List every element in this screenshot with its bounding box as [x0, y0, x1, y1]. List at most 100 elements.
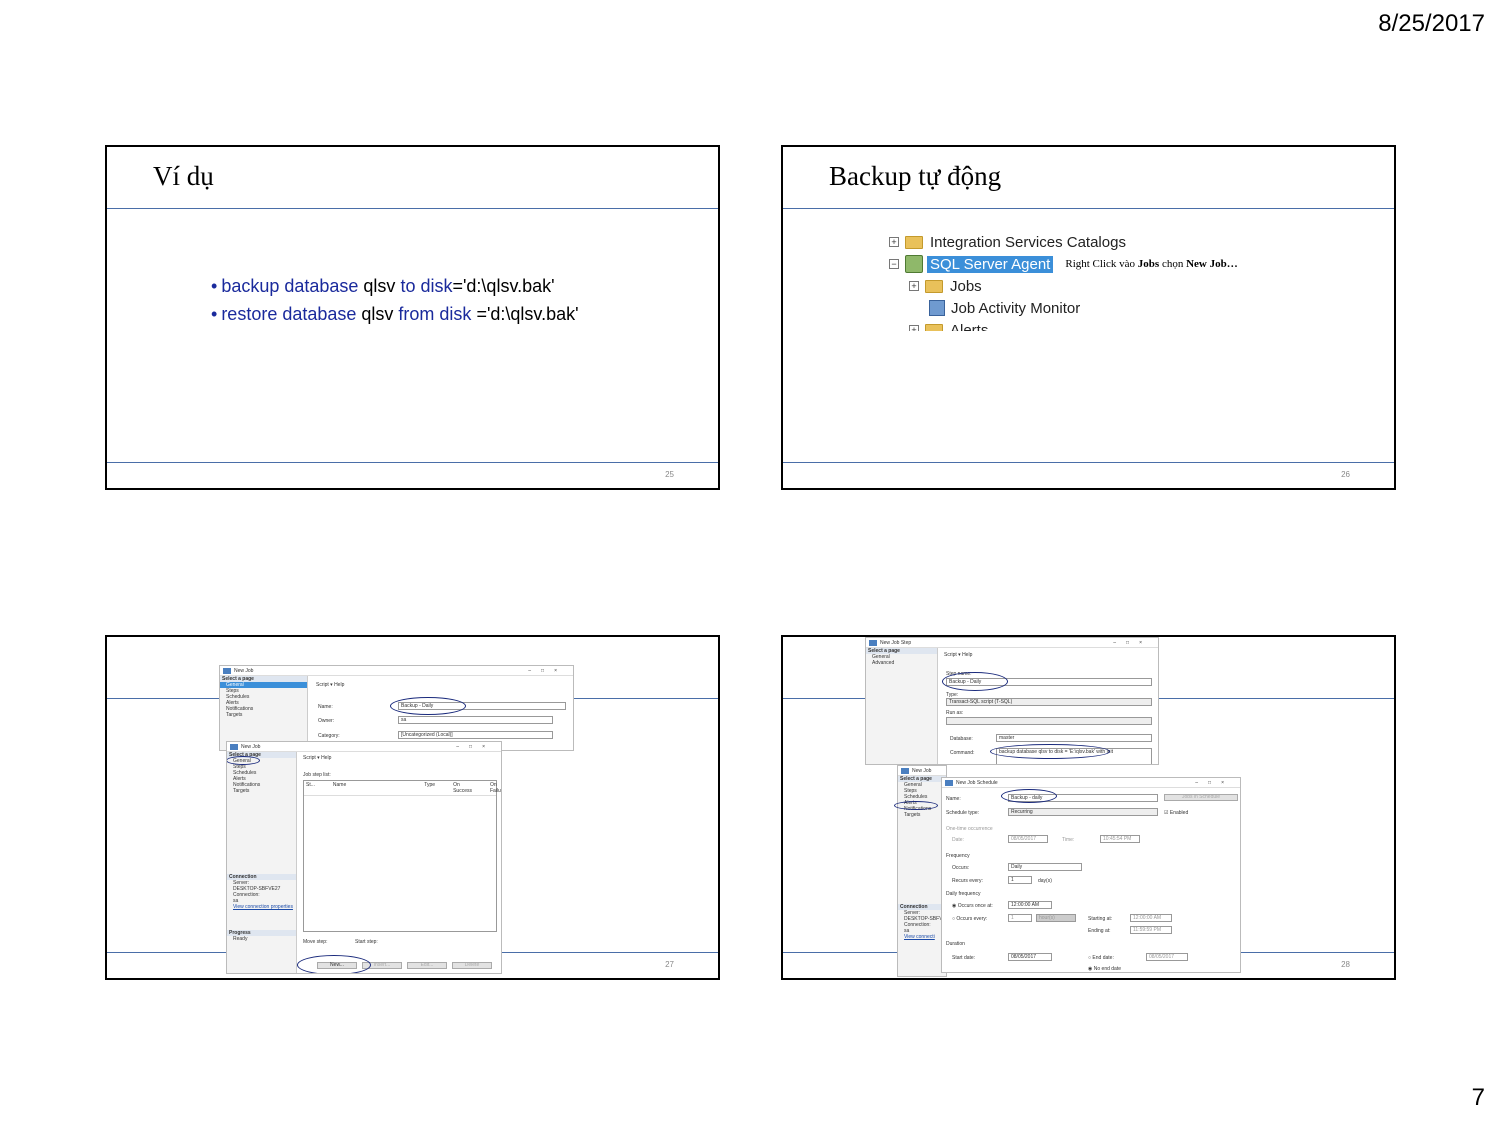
schedule-type-select[interactable]: Recurring	[1008, 808, 1158, 816]
code-examples: • backup database qlsv to disk='d:\qlsv.b…	[211, 272, 579, 328]
database-select[interactable]: master	[996, 734, 1152, 742]
keyword: restore database	[221, 304, 357, 324]
run-as-select[interactable]	[946, 717, 1152, 725]
highlight-oval	[894, 801, 938, 810]
highlight-oval	[227, 756, 260, 765]
start-date-label: Start date:	[952, 955, 976, 961]
occurs-every-stepper[interactable]: 1	[1008, 914, 1032, 922]
toolbar[interactable]: Script ▾ Help	[944, 652, 972, 658]
end-date-radio[interactable]: ○ End date:	[1088, 955, 1114, 961]
expand-icon[interactable]: +	[889, 237, 899, 247]
window-title: New Job	[898, 766, 946, 776]
window-controls[interactable]: –□×	[1195, 778, 1234, 788]
page-advanced[interactable]: Advanced	[866, 660, 937, 666]
view-connection-link[interactable]: View connection properties	[227, 904, 296, 910]
expand-icon[interactable]: +	[909, 325, 919, 331]
slide-number: 25	[665, 470, 674, 479]
progress-status: Ready	[233, 936, 248, 942]
page-targets[interactable]: Targets	[227, 788, 296, 794]
page-list: Select a page General Steps Schedules Al…	[220, 676, 308, 750]
move-step-label: Move step:	[303, 939, 328, 945]
duration-section: Duration	[946, 941, 965, 947]
recurs-unit: day(s)	[1038, 878, 1052, 884]
view-connection-link[interactable]: View connecti	[898, 934, 946, 940]
delete-step-button[interactable]: Delete	[452, 962, 492, 969]
occurs-select[interactable]: Daily	[1008, 863, 1082, 871]
end-date-field[interactable]: 08/05/2017	[1146, 953, 1188, 961]
new-job-steps-window: New Job –□× Select a page General Steps S…	[226, 741, 502, 974]
job-step-grid[interactable]: St... Name Type On Success On Failure	[303, 780, 501, 932]
frequency-section: Frequency	[946, 853, 970, 859]
divider	[107, 462, 718, 463]
page-list: Select a page General Advanced	[866, 648, 938, 764]
no-end-date-radio[interactable]: ◉ No end date	[1088, 966, 1121, 972]
node-label: Alerts	[950, 321, 989, 332]
collapse-icon[interactable]: −	[889, 259, 899, 269]
tree-node-agent[interactable]: − SQL Server Agent Right Click vào Jobs …	[889, 253, 1238, 275]
time-field[interactable]: 10:45:54 PM	[1100, 835, 1140, 843]
column-header: On Success	[453, 782, 472, 794]
occurs-every-unit[interactable]: hour(s)	[1036, 914, 1076, 922]
owner-field[interactable]: sa	[398, 716, 553, 724]
folder-icon	[925, 323, 943, 331]
ending-at-field[interactable]: 11:59:59 PM	[1130, 926, 1172, 934]
jobs-in-schedule-button[interactable]: Jobs in Schedule	[1164, 794, 1238, 801]
column-header: St...	[306, 782, 315, 788]
toolbar[interactable]: Script ▾ Help	[316, 682, 344, 688]
command-label: Command:	[950, 750, 975, 756]
page-list: Select a page General Steps Schedules Al…	[227, 752, 297, 973]
window-controls[interactable]: –□×	[1113, 638, 1152, 648]
expand-icon[interactable]: +	[909, 281, 919, 291]
title-text: New Job	[241, 744, 261, 750]
window-controls[interactable]: –□×	[456, 742, 495, 752]
document-date: 8/25/2017	[1378, 10, 1485, 37]
highlight-oval	[390, 697, 466, 715]
divider	[783, 462, 1394, 463]
start-date-field[interactable]: 08/05/2017	[1008, 953, 1052, 961]
bullet: •	[211, 276, 218, 296]
title-text: New Job	[912, 768, 932, 774]
keyword: to disk	[400, 276, 453, 296]
tree-node-monitor[interactable]: Job Activity Monitor	[889, 297, 1238, 319]
monitor-icon	[929, 300, 945, 316]
window-controls[interactable]: –□×	[528, 666, 567, 676]
category-select[interactable]: [Uncategorized (Local)]	[398, 731, 553, 739]
page-targets[interactable]: Targets	[898, 812, 946, 818]
daily-frequency-section: Daily frequency	[946, 891, 981, 897]
toolbar[interactable]: Script ▾ Help	[303, 755, 331, 761]
window-title: New Job Step –□×	[866, 638, 1158, 648]
schedule-name-label: Name:	[946, 796, 961, 802]
highlight-oval	[942, 672, 1008, 691]
slide-27: New Job –□× Select a page General Steps S…	[105, 635, 720, 980]
bullet: •	[211, 304, 218, 324]
date-field[interactable]: 08/05/2017	[1008, 835, 1048, 843]
note-text: chọn	[1159, 258, 1187, 270]
tree-node-alerts[interactable]: + Alerts	[889, 319, 1238, 331]
enabled-checkbox[interactable]: ☑ Enabled	[1164, 810, 1188, 816]
column-header: Type	[424, 782, 436, 788]
edit-step-button[interactable]: Edit...	[407, 962, 447, 969]
run-as-label: Run as:	[946, 710, 964, 716]
page-number: 7	[1471, 1084, 1485, 1111]
note-text: New Job…	[1186, 258, 1238, 270]
title-text: New Job	[234, 668, 254, 674]
occurs-once-time[interactable]: 12:00:00 AM	[1008, 901, 1052, 909]
page-targets[interactable]: Targets	[220, 712, 307, 718]
column-header: Name	[332, 782, 347, 788]
occurs-once-label: Occurs once at:	[957, 903, 993, 909]
node-label: Integration Services Catalogs	[930, 233, 1126, 251]
occurs-every-radio[interactable]: ○ Occurs every:	[952, 916, 987, 922]
type-select[interactable]: Transact-SQL script (T-SQL)	[946, 698, 1152, 706]
starting-at-label: Starting at:	[1088, 916, 1113, 922]
note-text: Jobs	[1137, 258, 1160, 270]
starting-at-field[interactable]: 12:00:00 AM	[1130, 914, 1172, 922]
occurs-label: Occurs:	[952, 865, 970, 871]
keyword: backup database	[221, 276, 359, 296]
tree-node-integration[interactable]: + Integration Services Catalogs	[889, 231, 1238, 253]
node-label: SQL Server Agent	[927, 255, 1054, 273]
occurs-once-radio[interactable]: ◉ Occurs once at:	[952, 903, 993, 909]
occurs-every-label: Occurs every:	[956, 916, 988, 922]
tree-node-jobs[interactable]: + Jobs	[889, 275, 1238, 297]
schedule-type-label: Schedule type:	[946, 810, 980, 816]
recurs-every-stepper[interactable]: 1	[1008, 876, 1032, 884]
